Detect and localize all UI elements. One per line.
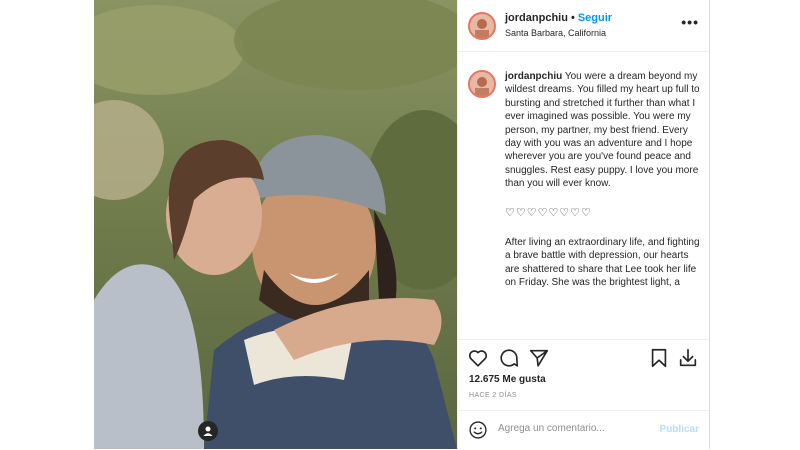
follow-button[interactable]: Seguir bbox=[578, 12, 612, 24]
heart-icon[interactable] bbox=[467, 347, 489, 369]
author-username[interactable]: jordanpchiu bbox=[505, 12, 568, 24]
post-location[interactable]: Santa Barbara, California bbox=[505, 28, 606, 38]
comment-input[interactable] bbox=[498, 423, 648, 434]
separator-dot: • bbox=[570, 12, 575, 24]
author-avatar[interactable] bbox=[468, 12, 496, 40]
smiley-icon[interactable] bbox=[468, 420, 488, 440]
caption-paragraph-2: After living an extraordinary life, and … bbox=[505, 237, 700, 289]
bookmark-icon[interactable] bbox=[648, 347, 670, 369]
more-options-icon[interactable]: ••• bbox=[681, 14, 699, 30]
add-comment-bar: Publicar bbox=[458, 410, 709, 450]
caption-username[interactable]: jordanpchiu bbox=[505, 71, 562, 82]
caption-hearts: ♡♡♡♡♡♡♡♡ bbox=[505, 206, 592, 219]
post-side-panel: jordanpchiu • Seguir Santa Barbara, Califo… bbox=[457, 0, 710, 449]
post-caption: jordanpchiu You were a dream beyond my w… bbox=[505, 70, 700, 290]
download-icon[interactable] bbox=[677, 347, 699, 369]
post-header: jordanpchiu • Seguir Santa Barbara, Califo… bbox=[458, 0, 709, 52]
comments-area[interactable]: jordanpchiu You were a dream beyond my w… bbox=[458, 52, 709, 338]
comment-icon[interactable] bbox=[498, 347, 520, 369]
caption-avatar[interactable] bbox=[468, 70, 496, 98]
action-bar bbox=[458, 339, 709, 376]
tagged-user-icon[interactable] bbox=[198, 421, 218, 441]
post-timestamp[interactable]: HACE 2 DÍAS bbox=[469, 392, 517, 399]
post-photo[interactable] bbox=[94, 0, 457, 449]
publish-button[interactable]: Publicar bbox=[660, 424, 699, 435]
send-icon[interactable] bbox=[528, 347, 550, 369]
caption-text: You were a dream beyond my wildest dream… bbox=[505, 71, 700, 190]
likes-count[interactable]: 12.675 Me gusta bbox=[469, 374, 546, 385]
couple-photo bbox=[94, 0, 457, 449]
author-line: jordanpchiu • Seguir bbox=[505, 12, 612, 24]
